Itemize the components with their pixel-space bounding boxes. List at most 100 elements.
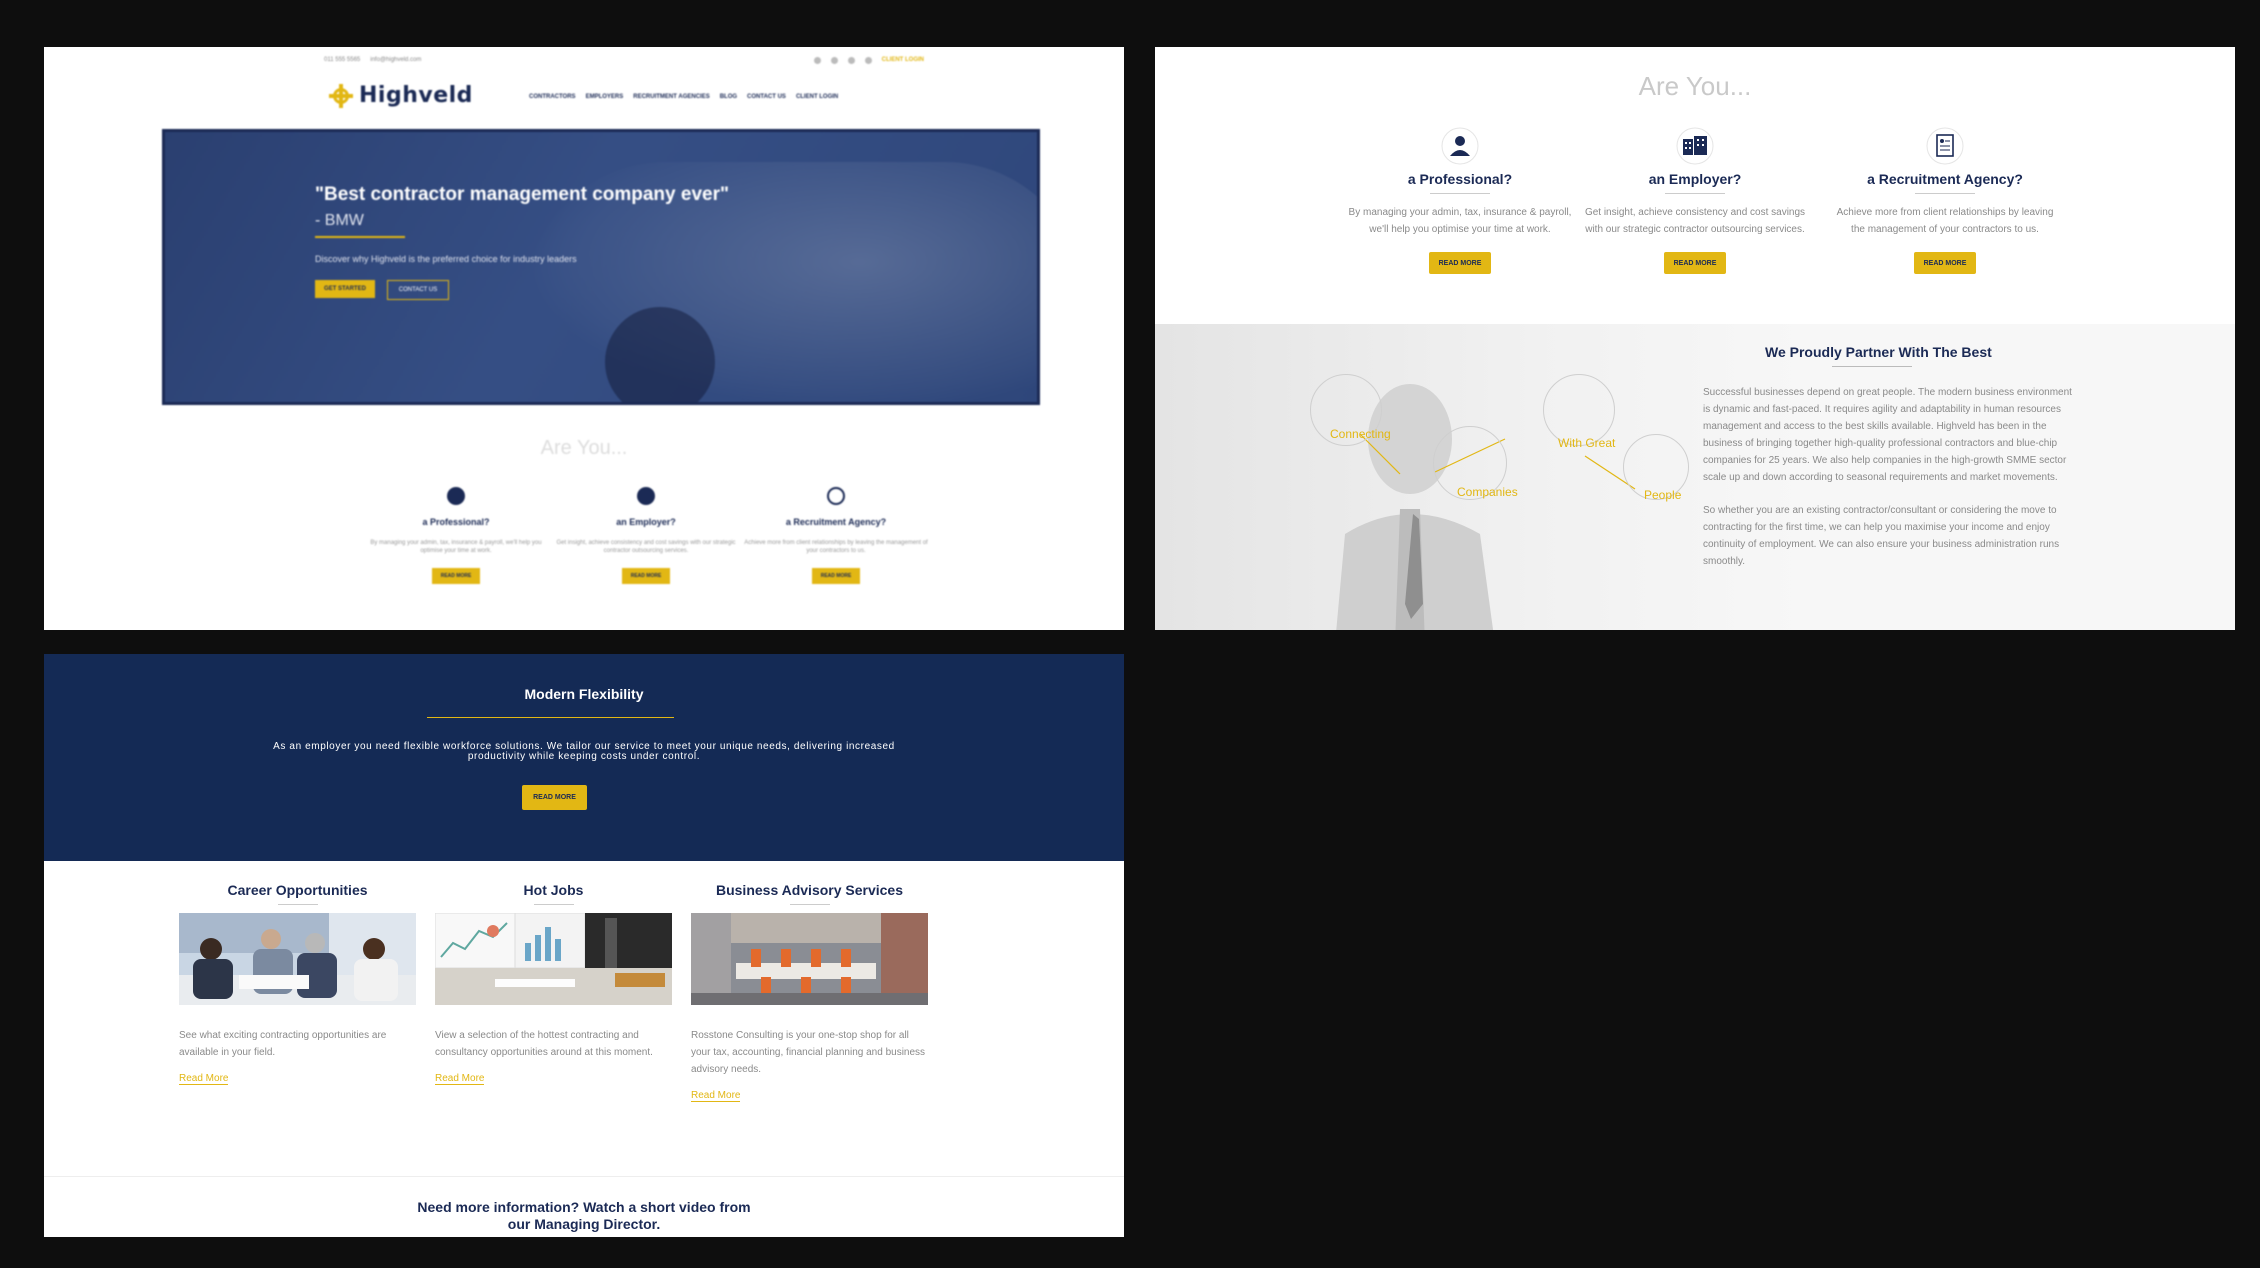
career-opportunities-card: Career Opportunities See what exciting c… xyxy=(179,882,416,1086)
card-desc-line-2: we'll help you optimise your time at wor… xyxy=(1369,224,1551,235)
youtube-icon[interactable] xyxy=(864,56,872,64)
read-more-button[interactable]: READ MORE xyxy=(812,567,860,584)
bubble-label-with-great: With Great xyxy=(1558,436,1616,450)
employer-card: an Employer? Get insight, achieve consis… xyxy=(551,487,741,584)
twitter-icon[interactable] xyxy=(830,56,838,64)
card-title: an Employer? xyxy=(1648,171,1742,187)
desk-charts-image[interactable] xyxy=(435,913,672,1005)
read-more-button[interactable]: READ MORE xyxy=(522,785,587,810)
logo-mark-icon xyxy=(329,83,353,108)
document-icon xyxy=(1926,127,1964,165)
modern-flexibility-title: Modern Flexibility xyxy=(524,686,644,702)
nav-item-contractors[interactable]: CONTRACTORS xyxy=(529,94,576,100)
read-more-link[interactable]: Read More xyxy=(179,1073,229,1085)
nav-item-contact-us[interactable]: CONTACT US xyxy=(747,94,786,100)
services-section-panel: Modern Flexibility As an employer you ne… xyxy=(44,654,1124,1237)
modern-flexibility-desc-line-2: productivity while keeping costs under c… xyxy=(467,751,701,762)
linkedin-icon[interactable] xyxy=(847,56,855,64)
read-more-link[interactable]: Read More xyxy=(435,1073,485,1085)
service-title-underline xyxy=(277,904,318,905)
building-icon xyxy=(637,487,655,505)
read-more-button[interactable]: READ MORE xyxy=(1429,252,1491,274)
card-title: a Recruitment Agency? xyxy=(1867,171,2023,187)
card-desc: Get insight, achieve consistency and cos… xyxy=(1575,204,1815,238)
card-desc: Get insight, achieve consistency and cos… xyxy=(556,540,736,555)
site-logo[interactable]: Highveld xyxy=(329,83,473,108)
service-title: Hot Jobs xyxy=(523,882,584,898)
hero-subtitle: Discover why Highveld is the preferred c… xyxy=(315,254,577,264)
person-icon xyxy=(1441,127,1479,165)
modern-flexibility-banner: Modern Flexibility As an employer you ne… xyxy=(44,654,1124,861)
card-underline xyxy=(1915,193,1975,194)
card-title: a Professional? xyxy=(422,517,490,527)
partner-paragraph-1: Successful businesses depend on great pe… xyxy=(1703,387,2072,483)
hot-jobs-card: Hot Jobs View a selection of the hottest… xyxy=(435,882,672,1086)
service-title-underline xyxy=(533,904,574,905)
are-you-section-panel: Are You... a Professional? By managing y… xyxy=(1155,47,2235,630)
partner-title-underline xyxy=(1832,366,1912,367)
top-contact-bar: 011 555 5565 info@highveld.com CLIENT LO… xyxy=(324,53,924,67)
partner-text: Successful businesses depend on great pe… xyxy=(1703,384,2073,586)
card-underline xyxy=(1665,193,1725,194)
card-desc: By managing your admin, tax, insurance &… xyxy=(370,540,542,555)
card-desc-line-2: the management of your contractors to us… xyxy=(1851,224,2039,235)
service-title-underline xyxy=(789,904,830,905)
read-more-button[interactable]: READ MORE xyxy=(622,567,670,584)
card-desc-line-2: with our strategic contractor outsourcin… xyxy=(1585,224,1805,235)
email-text: info@highveld.com xyxy=(370,57,422,63)
section-divider xyxy=(44,1176,1124,1177)
boardroom-image[interactable] xyxy=(691,913,928,1005)
card-title: a Professional? xyxy=(1407,171,1513,187)
read-more-button[interactable]: READ MORE xyxy=(1914,252,1976,274)
service-desc: View a selection of the hottest contract… xyxy=(435,1030,653,1058)
need-more-info-line-2: our Managing Director. xyxy=(507,1216,661,1232)
card-desc: Achieve more from client relationships b… xyxy=(1825,204,2065,238)
partner-section: Connecting Companies With Great People W… xyxy=(1155,324,2235,630)
facebook-icon[interactable] xyxy=(813,56,821,64)
get-started-button[interactable]: GET STARTED xyxy=(315,280,375,298)
hero-divider xyxy=(315,236,405,238)
office-meeting-image[interactable] xyxy=(179,913,416,1005)
homepage-preview-panel: 011 555 5565 info@highveld.com CLIENT LO… xyxy=(44,47,1124,630)
bubble-label-companies: Companies xyxy=(1457,485,1518,499)
card-desc-line-1: By managing your admin, tax, insurance &… xyxy=(1348,207,1572,218)
recruitment-agency-card: a Recruitment Agency? Achieve more from … xyxy=(1825,127,2065,274)
connection-diagram xyxy=(1359,433,1636,490)
client-login-link[interactable]: CLIENT LOGIN xyxy=(882,57,924,63)
business-advisory-card: Business Advisory Services Rosstone Cons… xyxy=(691,882,928,1103)
contact-us-button[interactable]: CONTACT US xyxy=(387,280,449,300)
employer-card: an Employer? Get insight, achieve consis… xyxy=(1575,127,1815,274)
need-more-info-heading: Need more information? Watch a short vid… xyxy=(44,1199,1124,1233)
bubble-label-people: People xyxy=(1644,488,1682,502)
professional-card: a Professional? By managing your admin, … xyxy=(361,487,551,584)
read-more-button[interactable]: READ MORE xyxy=(432,567,480,584)
service-title: Business Advisory Services xyxy=(715,882,904,898)
partner-paragraph-2: So whether you are an existing contracto… xyxy=(1703,505,2060,567)
modern-flexibility-desc: As an employer you need flexible workfor… xyxy=(174,742,994,762)
nav-item-blog[interactable]: BLOG xyxy=(720,94,737,100)
nav-item-recruitment-agencies[interactable]: RECRUITMENT AGENCIES xyxy=(633,94,709,100)
read-more-link[interactable]: Read More xyxy=(691,1090,741,1102)
service-title: Career Opportunities xyxy=(227,882,368,898)
bubble-label-connecting: Connecting xyxy=(1330,427,1391,441)
nav-item-employers[interactable]: EMPLOYERS xyxy=(586,94,624,100)
nav-item-client-login[interactable]: CLIENT LOGIN xyxy=(796,94,838,100)
card-desc: Achieve more from client relationships b… xyxy=(744,540,928,555)
are-you-heading: Are You... xyxy=(1638,71,1752,101)
read-more-button[interactable]: READ MORE xyxy=(1664,252,1726,274)
logo-text: Highveld xyxy=(359,83,473,108)
service-desc: See what exciting contracting opportunit… xyxy=(179,1030,387,1058)
phone-text: 011 555 5565 xyxy=(324,57,361,63)
partner-title: We Proudly Partner With The Best xyxy=(1765,344,1992,360)
card-title: a Recruitment Agency? xyxy=(785,517,887,527)
service-desc: Rosstone Consulting is your one-stop sho… xyxy=(691,1030,926,1075)
card-underline xyxy=(1430,193,1490,194)
need-more-info-line-1: Need more information? Watch a short vid… xyxy=(417,1199,751,1215)
card-desc-line-1: Achieve more from client relationships b… xyxy=(1836,207,2054,218)
hero-banner: "Best contractor management company ever… xyxy=(162,129,1040,405)
professional-card: a Professional? By managing your admin, … xyxy=(1340,127,1580,274)
document-icon xyxy=(827,487,845,505)
hero-quote-author: - BMW xyxy=(315,212,364,229)
card-desc: By managing your admin, tax, insurance &… xyxy=(1340,204,1580,238)
person-icon xyxy=(447,487,465,505)
